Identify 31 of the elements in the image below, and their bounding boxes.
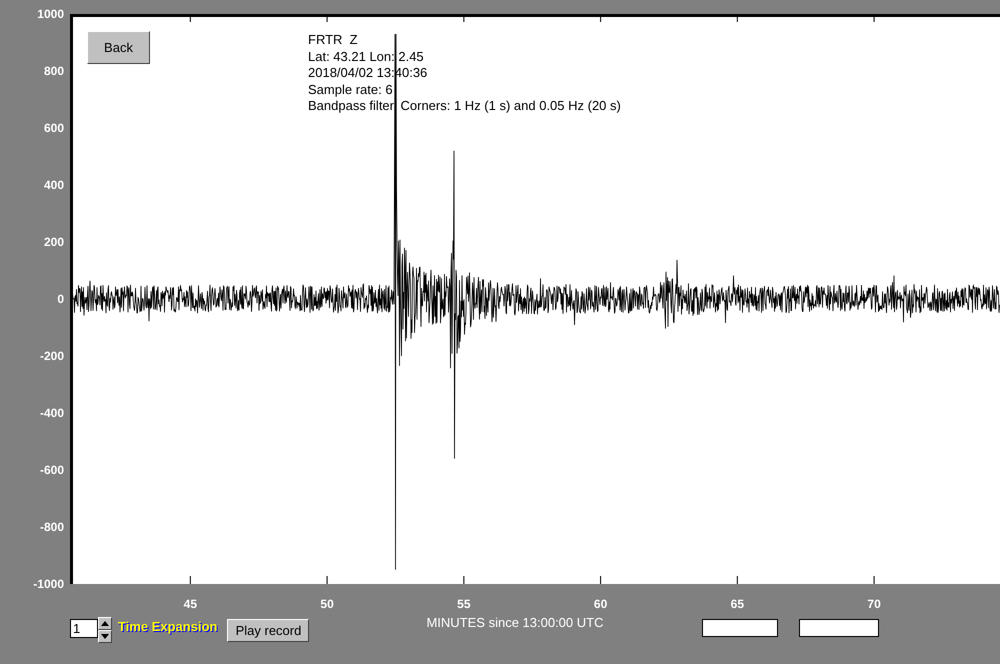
- y-axis-tick-label: -600: [40, 463, 64, 477]
- time-expansion-input[interactable]: 1: [70, 619, 98, 638]
- x-axis-tick-label: 65: [730, 597, 744, 611]
- y-axis-tick-label: 200: [44, 235, 64, 249]
- x-axis-label: MINUTES since 13:00:00 UTC: [426, 615, 604, 630]
- y-axis-tick-label: 0: [57, 292, 64, 306]
- x-axis-tick-label: 55: [457, 597, 470, 611]
- y-axis-tick-label: -400: [40, 406, 64, 420]
- y-axis-tick-label: 600: [44, 121, 64, 135]
- down-arrow-icon: [101, 634, 109, 639]
- spin-up-button[interactable]: [98, 617, 112, 630]
- back-button[interactable]: Back: [87, 31, 150, 64]
- y-axis-tick-label: -1000: [33, 577, 64, 591]
- y-axis-tick-label: 1000: [37, 7, 64, 21]
- y-axis-tick-label: 800: [44, 64, 64, 78]
- station-info-text: Lat: 43.21 Lon: 2.45: [308, 48, 425, 65]
- input-field[interactable]: [799, 619, 880, 637]
- y-axis-tick-label: -800: [40, 520, 64, 534]
- y-axis-tick-label: -200: [40, 349, 64, 363]
- x-axis-tick-label: 50: [320, 597, 334, 611]
- station-info-text: FRTR Z: [308, 32, 359, 48]
- y-axis-tick-label: 400: [44, 178, 64, 192]
- x-axis-tick-label: 70: [867, 597, 881, 611]
- x-axis-tick-label: 45: [184, 597, 197, 611]
- time-expansion-label: Time Expansion: [118, 619, 218, 634]
- input-field[interactable]: [702, 619, 778, 637]
- x-axis-tick-label: 60: [594, 597, 608, 611]
- spin-down-button[interactable]: [98, 630, 112, 643]
- play-record-button[interactable]: Play record: [227, 619, 310, 642]
- station-info-text: Sample rate: 6: [308, 82, 394, 98]
- up-arrow-icon: [101, 621, 109, 626]
